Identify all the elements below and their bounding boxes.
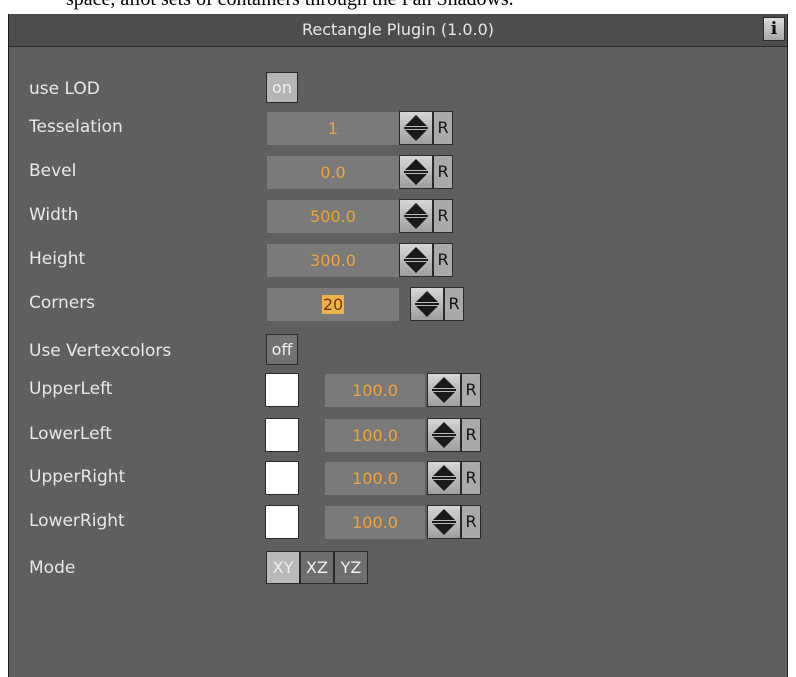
lower-left-alpha-field[interactable]: 100.0: [325, 419, 425, 452]
use-lod-label: use LOD: [29, 79, 100, 99]
tesselation-field[interactable]: 1: [267, 112, 399, 145]
spin-up-icon: [433, 377, 455, 388]
tesselation-row: Tesselation 1 R: [9, 110, 787, 145]
upper-left-label: UpperLeft: [29, 379, 113, 399]
bevel-field[interactable]: 0.0: [267, 156, 399, 189]
use-vertexcolors-row: Use Vertexcolors off: [9, 334, 787, 366]
lower-left-spinner[interactable]: [427, 418, 461, 452]
height-row: Height 300.0 R: [9, 242, 787, 277]
bevel-label: Bevel: [29, 161, 77, 181]
lower-right-alpha-field[interactable]: 100.0: [325, 506, 425, 539]
mode-xy-button[interactable]: XY: [266, 551, 300, 584]
height-spinner[interactable]: [399, 243, 433, 277]
spin-down-icon: [433, 437, 455, 448]
spin-down-icon: [433, 480, 455, 491]
width-spinner[interactable]: [399, 199, 433, 233]
use-lod-row: use LOD on: [9, 72, 787, 104]
spin-down-icon: [405, 130, 427, 141]
tesselation-spinner[interactable]: [399, 111, 433, 145]
plugin-panel: Rectangle Plugin (1.0.0) i use LOD on Te…: [8, 14, 788, 677]
corners-row: Corners 20 R: [9, 286, 787, 321]
upper-left-row: UpperLeft 100.0 R: [9, 372, 787, 407]
upper-left-alpha-field[interactable]: 100.0: [325, 374, 425, 407]
lower-left-color-swatch[interactable]: [265, 418, 299, 452]
use-lod-toggle[interactable]: on: [266, 72, 298, 103]
bevel-reset-button[interactable]: R: [433, 155, 453, 189]
corners-field[interactable]: 20: [267, 288, 399, 321]
lower-right-color-swatch[interactable]: [265, 505, 299, 539]
spin-up-icon: [405, 247, 427, 258]
mode-xz-button[interactable]: XZ: [300, 551, 334, 584]
lower-right-row: LowerRight 100.0 R: [9, 504, 787, 539]
width-field[interactable]: 500.0: [267, 200, 399, 233]
spin-down-icon: [405, 262, 427, 273]
lower-left-reset-button[interactable]: R: [461, 418, 481, 452]
height-label: Height: [29, 249, 86, 269]
tesselation-reset-button[interactable]: R: [433, 111, 453, 145]
spin-up-icon: [433, 509, 455, 520]
title-bar: Rectangle Plugin (1.0.0) i: [9, 14, 787, 47]
info-button[interactable]: i: [763, 17, 785, 41]
width-row: Width 500.0 R: [9, 198, 787, 233]
corners-reset-button[interactable]: R: [444, 287, 464, 321]
lower-right-label: LowerRight: [29, 511, 125, 531]
upper-left-spinner[interactable]: [427, 373, 461, 407]
upper-right-color-swatch[interactable]: [265, 461, 299, 495]
spin-up-icon: [405, 159, 427, 170]
panel-title: Rectangle Plugin (1.0.0): [301, 20, 495, 39]
top-strip: space, allot sets of containers through …: [0, 0, 796, 14]
upper-right-reset-button[interactable]: R: [461, 461, 481, 495]
upper-left-reset-button[interactable]: R: [461, 373, 481, 407]
top-strip-text: space, allot sets of containers through …: [66, 0, 514, 11]
mode-yz-button[interactable]: YZ: [334, 551, 368, 584]
upper-right-label: UpperRight: [29, 467, 126, 487]
spin-up-icon: [405, 203, 427, 214]
spin-down-icon: [433, 524, 455, 535]
bevel-spinner[interactable]: [399, 155, 433, 189]
corners-label: Corners: [29, 293, 96, 313]
upper-right-spinner[interactable]: [427, 461, 461, 495]
lower-right-reset-button[interactable]: R: [461, 505, 481, 539]
mode-row: Mode XY XZ YZ: [9, 551, 787, 584]
lower-left-label: LowerLeft: [29, 424, 112, 444]
mode-label: Mode: [29, 558, 76, 578]
bevel-row: Bevel 0.0 R: [9, 154, 787, 189]
spin-down-icon: [405, 174, 427, 185]
spin-down-icon: [433, 392, 455, 403]
spin-up-icon: [416, 291, 438, 302]
width-reset-button[interactable]: R: [433, 199, 453, 233]
spin-up-icon: [433, 422, 455, 433]
height-field[interactable]: 300.0: [267, 244, 399, 277]
spin-up-icon: [433, 465, 455, 476]
width-label: Width: [29, 205, 79, 225]
height-reset-button[interactable]: R: [433, 243, 453, 277]
corners-value: 20: [321, 295, 345, 314]
use-vertexcolors-label: Use Vertexcolors: [29, 341, 172, 361]
use-vertexcolors-toggle[interactable]: off: [266, 334, 298, 365]
spin-down-icon: [405, 218, 427, 229]
lower-left-row: LowerLeft 100.0 R: [9, 417, 787, 452]
spin-down-icon: [416, 306, 438, 317]
upper-right-row: UpperRight 100.0 R: [9, 460, 787, 495]
upper-left-color-swatch[interactable]: [265, 373, 299, 407]
lower-right-spinner[interactable]: [427, 505, 461, 539]
upper-right-alpha-field[interactable]: 100.0: [325, 462, 425, 495]
spin-up-icon: [405, 115, 427, 126]
corners-spinner[interactable]: [410, 287, 444, 321]
tesselation-label: Tesselation: [29, 117, 123, 137]
